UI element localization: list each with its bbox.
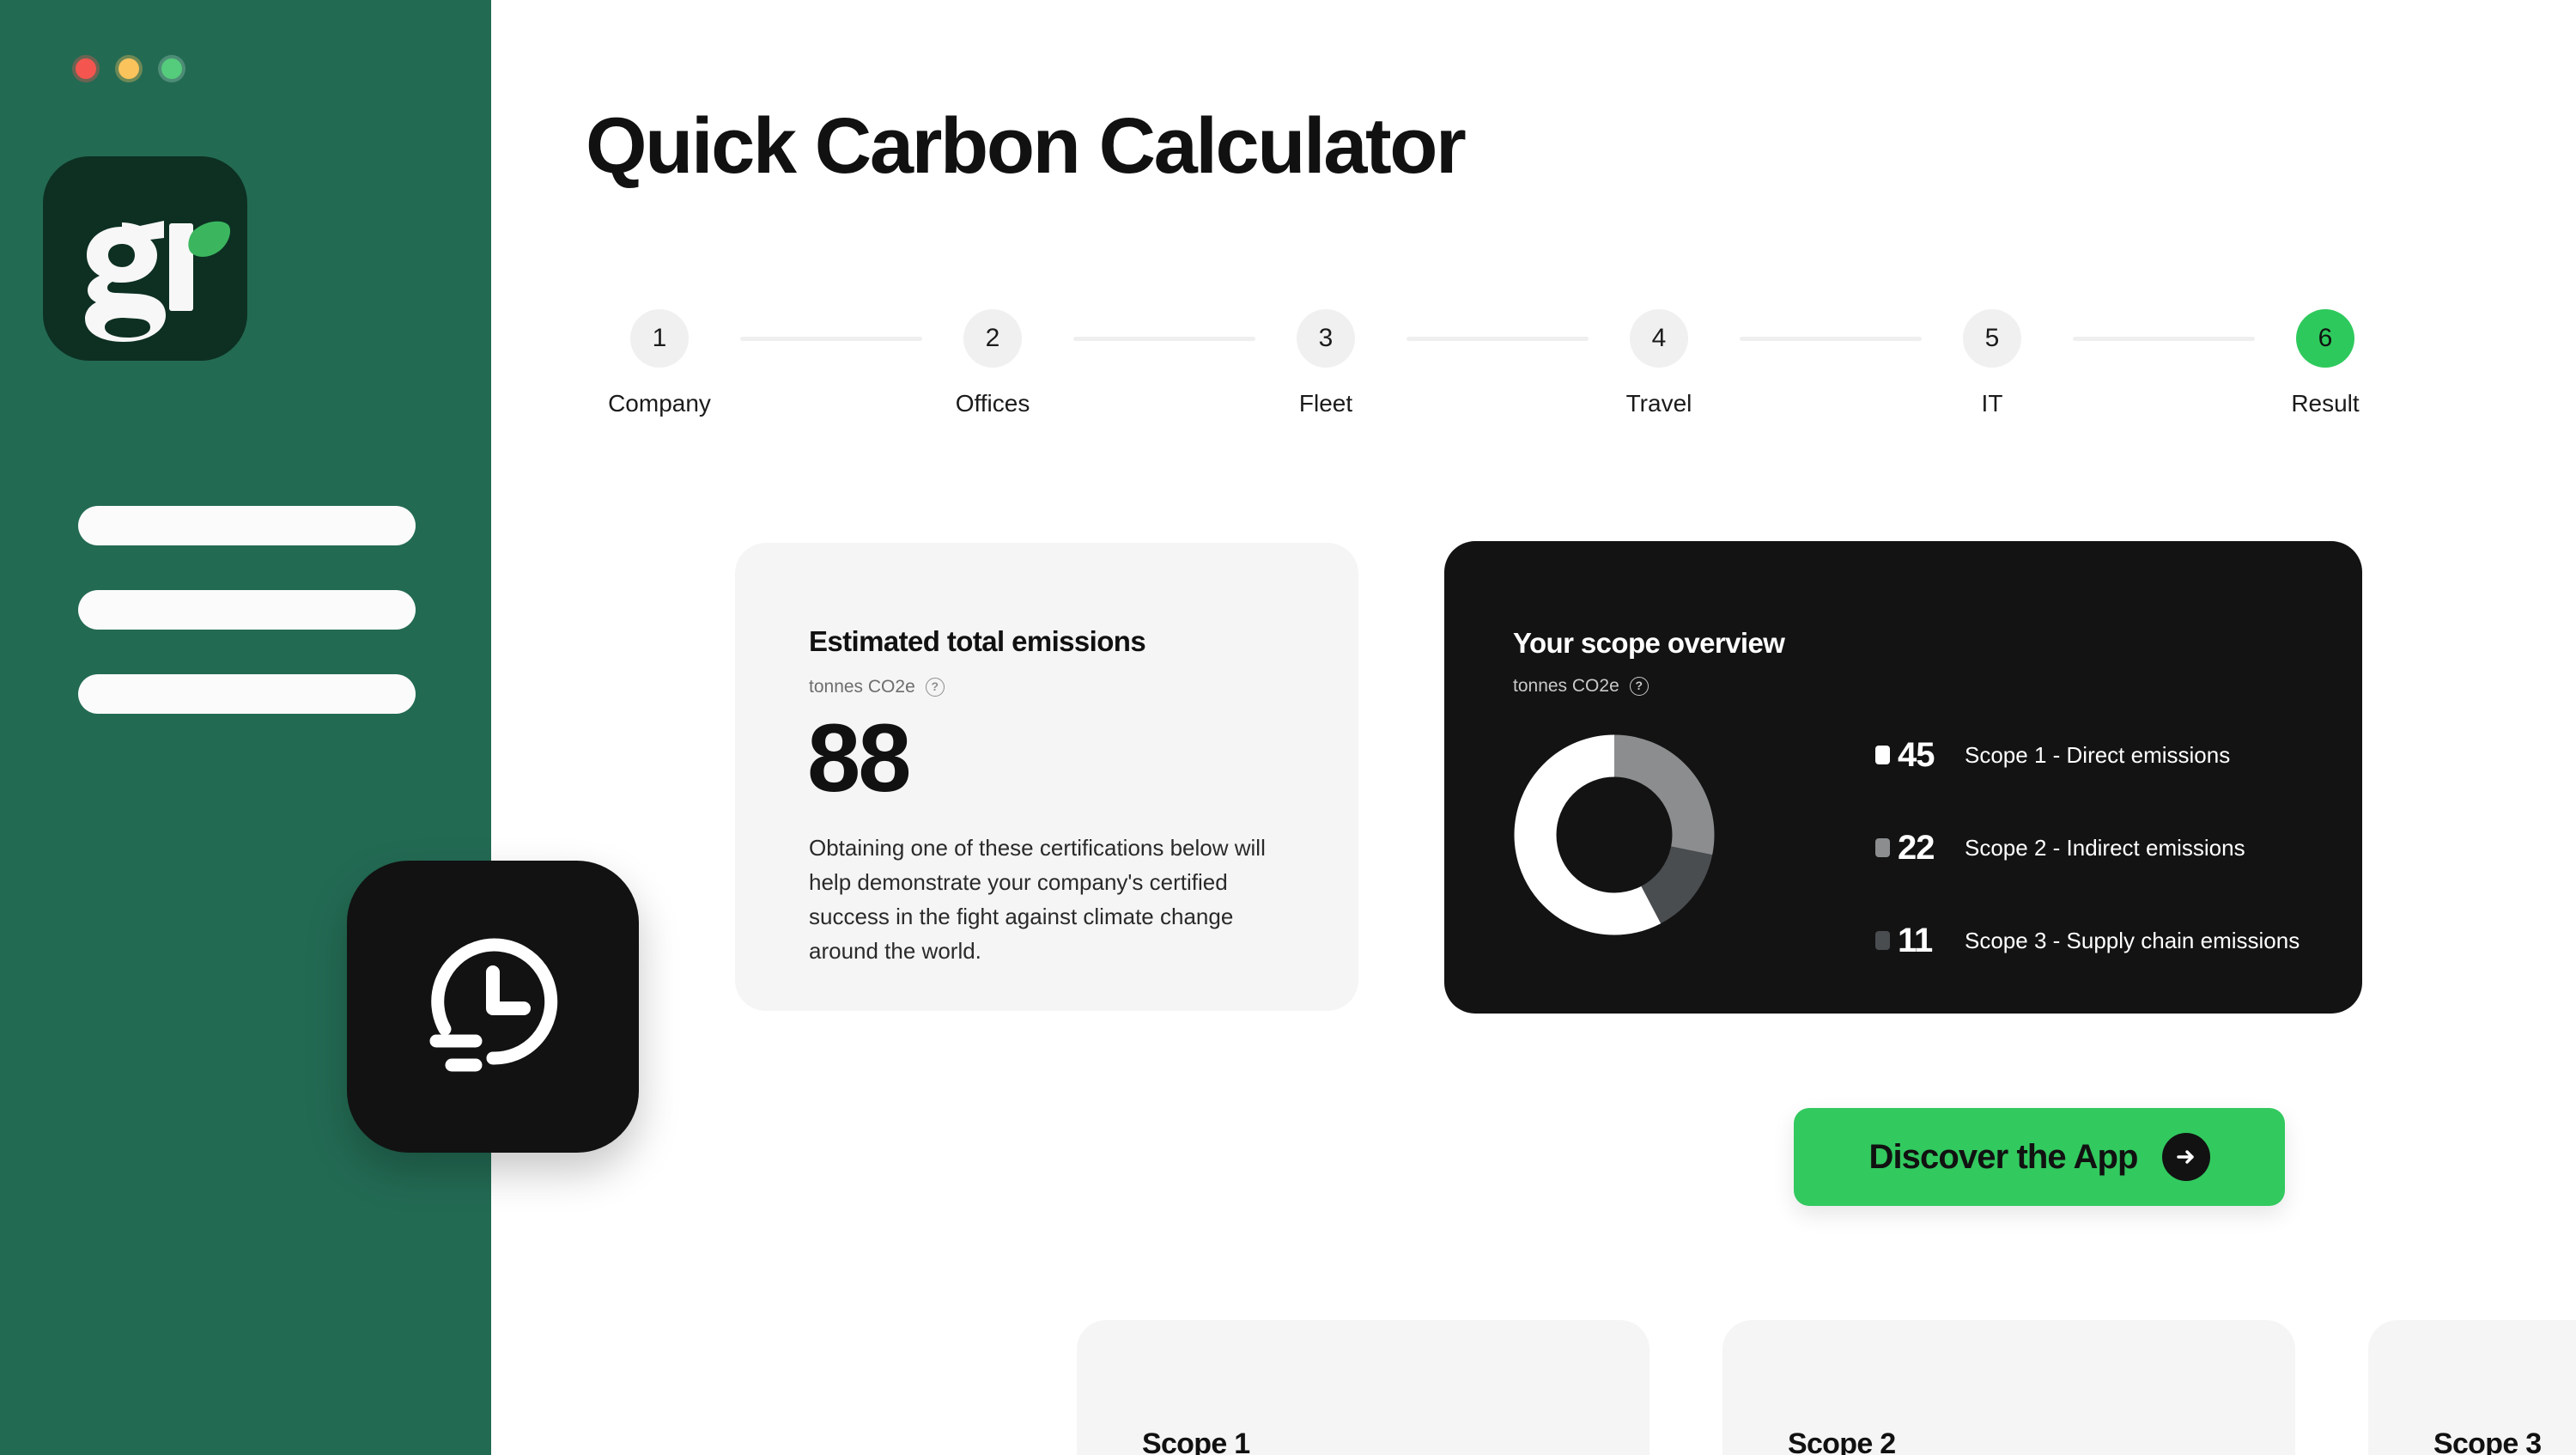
step-number-2: 2 <box>963 309 1022 368</box>
step-number-1: 1 <box>630 309 689 368</box>
scope-3-card[interactable]: Scope 3 <box>2368 1320 2576 1455</box>
legend-item-scope-3: 11 Scope 3 - Supply chain emissions <box>1875 917 2322 964</box>
emissions-description: Obtaining one of these certifications be… <box>809 835 1266 964</box>
scope-1-card[interactable]: Scope 1 <box>1077 1320 1649 1455</box>
main-content: Quick Carbon Calculator 1 Company 2 Offi… <box>491 0 2576 1455</box>
question-mark-circle-icon[interactable]: ? <box>1629 677 1649 696</box>
step-label-it: IT <box>1981 390 2003 417</box>
emissions-unit-row: tonnes CO2e ? <box>809 677 945 697</box>
legend-label-scope-1: Scope 1 - Direct emissions <box>1965 741 2231 768</box>
app-logo[interactable] <box>43 156 247 361</box>
arrow-right-circle-icon <box>2161 1133 2210 1181</box>
sidebar-nav-placeholder-1[interactable] <box>78 506 416 545</box>
step-connector-5 <box>2073 337 2255 341</box>
step-label-travel: Travel <box>1625 390 1692 417</box>
step-number-3: 3 <box>1297 309 1355 368</box>
stepper-step-travel[interactable]: 4 Travel <box>1573 309 1745 417</box>
step-label-fleet: Fleet <box>1298 390 1353 417</box>
step-connector-1 <box>740 337 922 341</box>
step-label-company: Company <box>608 390 711 417</box>
scope-unit-row: tonnes CO2e ? <box>1513 676 1649 697</box>
stepper-step-fleet[interactable]: 3 Fleet <box>1240 309 1412 417</box>
legend-value-scope-1: 45 <box>1898 735 1935 774</box>
scope-2-card-title: Scope 2 <box>1788 1428 1896 1455</box>
estimated-emissions-card: Estimated total emissions tonnes CO2e ? … <box>735 543 1358 1011</box>
legend-swatch-scope-2 <box>1875 838 1890 857</box>
scope-3-card-title: Scope 3 <box>2433 1428 2542 1455</box>
stepper-step-offices[interactable]: 2 Offices <box>907 309 1078 417</box>
scope-unit-label: tonnes CO2e <box>1513 676 1619 696</box>
progress-stepper: 1 Company 2 Offices 3 Fleet 4 Travel 5 I… <box>586 309 2432 455</box>
step-connector-4 <box>1740 337 1922 341</box>
scope-1-card-title: Scope 1 <box>1142 1428 1250 1455</box>
emissions-card-title: Estimated total emissions <box>809 625 1146 657</box>
cta-label: Discover the App <box>1868 1137 2138 1176</box>
scope-2-card[interactable]: Scope 2 <box>1722 1320 2295 1455</box>
legend-label-scope-2: Scope 2 - Indirect emissions <box>1965 834 2245 861</box>
stepper-step-it[interactable]: 5 IT <box>1906 309 2078 417</box>
legend-value-scope-2: 22 <box>1898 828 1935 867</box>
sidebar-nav-placeholder-3[interactable] <box>78 674 416 714</box>
legend-swatch-scope-3 <box>1875 931 1890 950</box>
step-number-6: 6 <box>2296 309 2354 368</box>
scope-card-title: Your scope overview <box>1513 627 1785 659</box>
window-traffic-lights <box>72 55 185 82</box>
legend-label-scope-3: Scope 3 - Supply chain emissions <box>1965 927 2300 953</box>
scope-legend: 45 Scope 1 - Direct emissions 22 Scope 2… <box>1875 732 2322 1010</box>
stepper-step-result[interactable]: 6 Result <box>2239 309 2411 417</box>
step-number-4: 4 <box>1630 309 1688 368</box>
scope-overview-card: Your scope overview tonnes CO2e ? 45 Sco… <box>1444 541 2362 1014</box>
emissions-total-value: 88 <box>807 704 912 812</box>
emissions-unit-label: tonnes CO2e <box>809 677 915 697</box>
close-window-icon[interactable] <box>72 55 100 82</box>
legend-value-scope-3: 11 <box>1898 921 1933 959</box>
page-title: Quick Carbon Calculator <box>586 102 1467 190</box>
step-label-offices: Offices <box>955 390 1030 417</box>
step-connector-2 <box>1073 337 1255 341</box>
sidebar <box>0 0 491 1455</box>
scope-donut-chart <box>1514 734 1715 935</box>
question-mark-circle-icon[interactable]: ? <box>925 678 945 697</box>
legend-swatch-scope-1 <box>1875 746 1890 764</box>
sidebar-nav-placeholder-2[interactable] <box>78 590 416 630</box>
minimize-window-icon[interactable] <box>115 55 143 82</box>
maximize-window-icon[interactable] <box>158 55 185 82</box>
legend-item-scope-2: 22 Scope 2 - Indirect emissions <box>1875 825 2322 871</box>
legend-item-scope-1: 45 Scope 1 - Direct emissions <box>1875 732 2322 778</box>
step-number-5: 5 <box>1963 309 2021 368</box>
step-label-result: Result <box>2291 390 2360 417</box>
step-connector-3 <box>1406 337 1589 341</box>
stepper-step-company[interactable]: 1 Company <box>574 309 745 417</box>
discover-the-app-button[interactable]: Discover the App <box>1794 1108 2285 1206</box>
